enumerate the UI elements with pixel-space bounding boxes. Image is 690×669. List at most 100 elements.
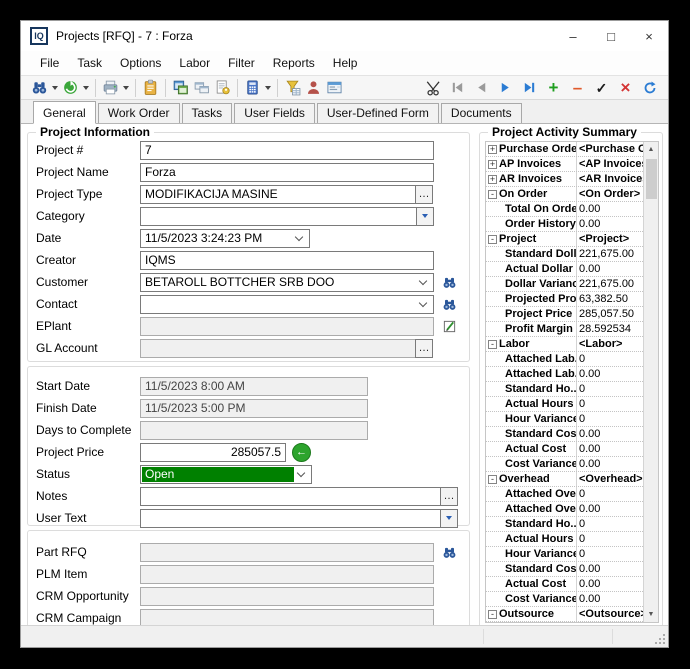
eplant-edit-icon[interactable] [442, 319, 457, 334]
form-icon[interactable] [324, 77, 345, 98]
cancel-record-icon[interactable]: × [615, 77, 636, 98]
refresh-globe-icon[interactable] [60, 77, 81, 98]
activity-row[interactable]: Profit Margin28.592534 [486, 322, 643, 337]
activity-row[interactable]: -Overhead<Overhead> [486, 472, 643, 487]
activity-row[interactable]: Hour Variance0 [486, 547, 643, 562]
project-type-input[interactable] [140, 185, 416, 204]
activity-row[interactable]: Attached Lab...0.00 [486, 367, 643, 382]
contact-combo[interactable] [140, 295, 434, 314]
activity-row[interactable]: Cost Variance0.00 [486, 457, 643, 472]
activity-row[interactable]: +AR Invoices<AR Invoices> [486, 172, 643, 187]
activity-row[interactable]: Total On Order0.00 [486, 202, 643, 217]
activity-row[interactable]: Project Price285,057.50 [486, 307, 643, 322]
delete-record-icon[interactable]: – [567, 77, 588, 98]
menu-reports[interactable]: Reports [264, 53, 324, 73]
user-text-input[interactable] [140, 509, 441, 528]
gl-account-ellipsis-button[interactable]: … [415, 339, 433, 358]
collapse-minus-icon[interactable]: - [488, 340, 497, 349]
user-icon[interactable] [303, 77, 324, 98]
activity-row[interactable]: Standard Doll...221,675.00 [486, 247, 643, 262]
clipboard-icon[interactable] [140, 77, 161, 98]
cascade-windows-icon[interactable] [191, 77, 212, 98]
project-number-input[interactable] [140, 141, 434, 160]
notes-input[interactable] [140, 487, 441, 506]
activity-row[interactable]: -Project<Project> [486, 232, 643, 247]
activity-row[interactable]: Actual Hours0 [486, 397, 643, 412]
expand-plus-icon[interactable]: + [488, 145, 497, 154]
user-text-dropdown-button[interactable] [440, 509, 458, 528]
find-dropdown-icon[interactable] [50, 77, 60, 98]
activity-row[interactable]: Actual Cost0.00 [486, 442, 643, 457]
tab-tasks[interactable]: Tasks [182, 103, 233, 123]
calculator-icon[interactable] [242, 77, 263, 98]
filter-grid-icon[interactable] [282, 77, 303, 98]
scroll-thumb[interactable] [646, 159, 657, 199]
part-rfq-find-icon[interactable] [442, 545, 457, 560]
refresh-record-icon[interactable] [639, 77, 660, 98]
tab-work-order[interactable]: Work Order [98, 103, 180, 123]
activity-row[interactable]: Cost Variance0.00 [486, 592, 643, 607]
category-dropdown-button[interactable] [416, 207, 434, 226]
scroll-up-icon[interactable]: ▲ [644, 142, 658, 157]
creator-input[interactable] [140, 251, 434, 270]
find-icon[interactable] [29, 77, 50, 98]
activity-row[interactable]: Attached Ove...0 [486, 487, 643, 502]
activity-row[interactable]: Order History0.00 [486, 217, 643, 232]
collapse-minus-icon[interactable]: - [488, 235, 497, 244]
activity-row[interactable]: -On Order<On Order> [486, 187, 643, 202]
menu-help[interactable]: Help [324, 53, 367, 73]
nav-prior-icon[interactable] [471, 77, 492, 98]
add-record-icon[interactable]: + [543, 77, 564, 98]
nav-last-icon[interactable] [519, 77, 540, 98]
post-record-icon[interactable]: ✓ [591, 77, 612, 98]
print-dropdown-icon[interactable] [121, 77, 131, 98]
expand-plus-icon[interactable]: + [488, 175, 497, 184]
recalc-price-button[interactable]: ← [292, 443, 311, 462]
activity-row[interactable]: Dollar Variance221,675.00 [486, 277, 643, 292]
calculator-dropdown-icon[interactable] [263, 77, 273, 98]
project-price-input[interactable] [140, 443, 286, 462]
tab-general[interactable]: General [33, 101, 96, 124]
date-combo[interactable]: 11/5/2023 3:24:23 PM [140, 229, 310, 248]
tab-user-defined-form[interactable]: User-Defined Form [317, 103, 439, 123]
activity-row[interactable]: Attached Out0 [486, 622, 643, 623]
tab-documents[interactable]: Documents [441, 103, 522, 123]
maximize-button[interactable]: □ [592, 21, 630, 51]
menu-file[interactable]: File [31, 53, 68, 73]
activity-row[interactable]: -Labor<Labor> [486, 337, 643, 352]
refresh-dropdown-icon[interactable] [81, 77, 91, 98]
activity-row[interactable]: Actual Hours0 [486, 532, 643, 547]
close-button[interactable]: × [630, 21, 668, 51]
menu-filter[interactable]: Filter [219, 53, 264, 73]
activity-row[interactable]: Hour Variance0 [486, 412, 643, 427]
activity-row[interactable]: Attached Ove...0.00 [486, 502, 643, 517]
activity-row[interactable]: Standard Cost0.00 [486, 427, 643, 442]
collapse-minus-icon[interactable]: - [488, 475, 497, 484]
activity-row[interactable]: +Purchase Orders<Purchase Orders> [486, 142, 643, 157]
copy-windows-icon[interactable] [170, 77, 191, 98]
activity-row[interactable]: +AP Invoices<AP Invoices> [486, 157, 643, 172]
menu-options[interactable]: Options [111, 53, 170, 73]
unlink-scissors-icon[interactable] [423, 77, 444, 98]
audit-search-icon[interactable] [212, 77, 233, 98]
resize-grip[interactable] [654, 633, 666, 645]
menu-labor[interactable]: Labor [170, 53, 219, 73]
activity-row[interactable]: Projected Profit63,382.50 [486, 292, 643, 307]
nav-next-icon[interactable] [495, 77, 516, 98]
minimize-button[interactable]: – [554, 21, 592, 51]
activity-row[interactable]: -Outsource<Outsource> [486, 607, 643, 622]
customer-combo[interactable]: BETAROLL BOTTCHER SRB DOO [140, 273, 434, 292]
project-name-input[interactable] [140, 163, 434, 182]
activity-row[interactable]: Standard Cost0.00 [486, 562, 643, 577]
expand-plus-icon[interactable]: + [488, 160, 497, 169]
activity-row[interactable]: Actual Cost0.00 [486, 577, 643, 592]
customer-find-icon[interactable] [442, 275, 457, 290]
print-icon[interactable] [100, 77, 121, 98]
contact-find-icon[interactable] [442, 297, 457, 312]
menu-task[interactable]: Task [68, 53, 111, 73]
collapse-minus-icon[interactable]: - [488, 610, 497, 619]
activity-row[interactable]: Standard Ho...0 [486, 517, 643, 532]
project-type-ellipsis-button[interactable]: … [415, 185, 433, 204]
activity-row[interactable]: Standard Ho...0 [486, 382, 643, 397]
activity-row[interactable]: Actual Dollar0.00 [486, 262, 643, 277]
